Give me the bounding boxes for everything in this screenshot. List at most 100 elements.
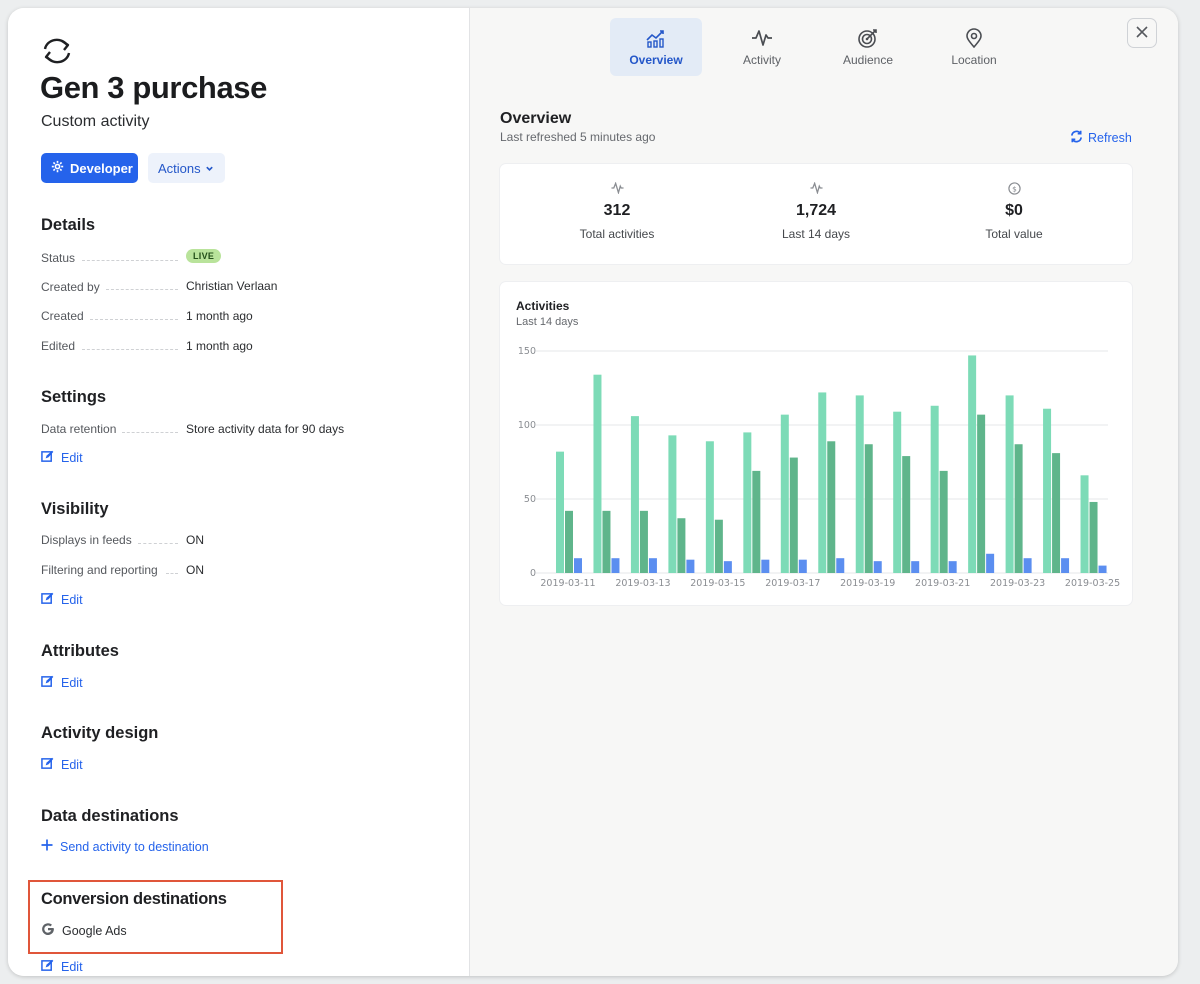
pulse-icon — [711, 182, 921, 194]
activity-details-panel: Gen 3 purchase Custom activity Developer… — [8, 8, 470, 976]
attributes-heading: Attributes — [41, 642, 119, 660]
bar — [752, 470, 761, 573]
bar — [1023, 558, 1032, 573]
bar — [902, 456, 911, 573]
app-window: Gen 3 purchase Custom activity Developer… — [8, 8, 1178, 976]
leader-dots — [82, 260, 178, 261]
developer-button[interactable]: Developer — [41, 153, 138, 183]
y-tick-label: 50 — [524, 494, 536, 505]
created-label: Created — [41, 309, 84, 323]
chart-icon — [646, 29, 664, 48]
attributes-edit-link[interactable]: Edit — [41, 675, 83, 691]
refresh-icon — [1070, 130, 1083, 146]
bar — [574, 558, 582, 573]
google-icon — [41, 922, 55, 939]
refresh-button[interactable]: Refresh — [1070, 130, 1132, 146]
actions-dropdown[interactable]: Actions — [148, 153, 225, 183]
close-button[interactable] — [1127, 18, 1157, 48]
y-tick-label: 150 — [518, 346, 536, 357]
close-icon — [1136, 23, 1148, 43]
stat-value: $0 — [1005, 202, 1023, 219]
edit-icon — [41, 592, 54, 608]
edit-label: Edit — [61, 451, 83, 465]
created-by-label: Created by — [41, 280, 100, 294]
overview-title: Overview — [500, 110, 572, 127]
bar — [556, 451, 564, 573]
conversion-edit-link[interactable]: Edit — [41, 959, 83, 975]
stat-label: Total activities — [579, 227, 655, 241]
tab-location-label: Location — [951, 52, 997, 67]
bar — [761, 559, 770, 573]
bar — [836, 558, 845, 573]
edit-label: Edit — [61, 758, 83, 772]
stat-value: 1,724 — [795, 202, 837, 219]
visibility-edit-link[interactable]: Edit — [41, 592, 83, 608]
edit-icon — [41, 675, 54, 691]
tab-activity-label: Activity — [742, 52, 781, 67]
tab-overview[interactable]: Overview — [610, 18, 702, 76]
sync-icon — [40, 36, 74, 66]
bar — [780, 414, 789, 573]
edit-label: Edit — [61, 960, 83, 974]
bar — [1014, 444, 1023, 573]
tab-audience[interactable]: Audience — [822, 18, 914, 76]
data-retention-label: Data retention — [41, 422, 117, 436]
stats-card: 312 Total activities 1,724 Last 14 days … — [500, 164, 1132, 264]
bar — [677, 518, 686, 573]
insights-panel: Overview Activity Audience Location Over… — [470, 8, 1178, 976]
x-tick-label: 2019-03-25 — [1065, 578, 1120, 589]
google-ads-item: Google Ads — [41, 922, 127, 939]
stat-last-14-days: 1,724 Last 14 days — [711, 164, 921, 264]
bar — [986, 553, 995, 573]
tab-location[interactable]: Location — [928, 18, 1020, 76]
pin-icon — [966, 27, 982, 48]
edit-icon — [41, 959, 54, 975]
x-tick-label: 2019-03-23 — [990, 578, 1045, 589]
settings-heading: Settings — [41, 388, 107, 406]
visibility-heading: Visibility — [41, 500, 109, 518]
activity-design-heading: Activity design — [41, 724, 159, 742]
plus-icon — [41, 839, 53, 854]
edit-label: Edit — [61, 593, 83, 607]
bar — [818, 392, 827, 573]
edited-value: 1 month ago — [186, 339, 253, 353]
bar — [1043, 408, 1052, 573]
displays-in-feeds-value: ON — [186, 533, 204, 547]
bar — [1089, 501, 1098, 573]
activity-design-edit-link[interactable]: Edit — [41, 757, 83, 773]
bar — [1052, 453, 1061, 573]
page-subtitle: Custom activity — [41, 113, 150, 130]
stat-value: 312 — [603, 202, 631, 219]
refresh-label: Refresh — [1088, 131, 1132, 145]
bar — [686, 559, 695, 573]
bar — [668, 435, 677, 573]
settings-edit-link[interactable]: Edit — [41, 450, 83, 466]
bar — [1005, 395, 1014, 573]
status-badge: LIVE — [186, 249, 222, 263]
leader-dots — [90, 319, 178, 320]
bar — [864, 444, 873, 573]
bar — [714, 519, 723, 573]
x-tick-label: 2019-03-21 — [915, 578, 970, 589]
bar — [977, 414, 986, 573]
bar — [611, 558, 620, 573]
created-by-value: Christian Verlaan — [186, 279, 278, 293]
pulse-icon — [512, 182, 722, 194]
stat-total-activities: 312 Total activities — [512, 164, 722, 264]
svg-text:$: $ — [1012, 184, 1017, 193]
stat-label: Last 14 days — [781, 227, 851, 241]
google-ads-label: Google Ads — [62, 923, 127, 938]
bar — [789, 457, 798, 573]
tab-audience-label: Audience — [842, 52, 894, 67]
bar — [723, 561, 732, 573]
bar — [1061, 558, 1070, 573]
bar — [705, 441, 714, 573]
pulse-icon — [752, 29, 772, 46]
chart-title: Activities — [516, 299, 570, 313]
actions-label: Actions — [158, 160, 201, 176]
x-tick-label: 2019-03-13 — [615, 578, 670, 589]
tab-activity[interactable]: Activity — [716, 18, 808, 76]
send-to-destination-link[interactable]: Send activity to destination — [41, 839, 209, 854]
bar — [648, 558, 657, 573]
bar — [873, 561, 882, 573]
